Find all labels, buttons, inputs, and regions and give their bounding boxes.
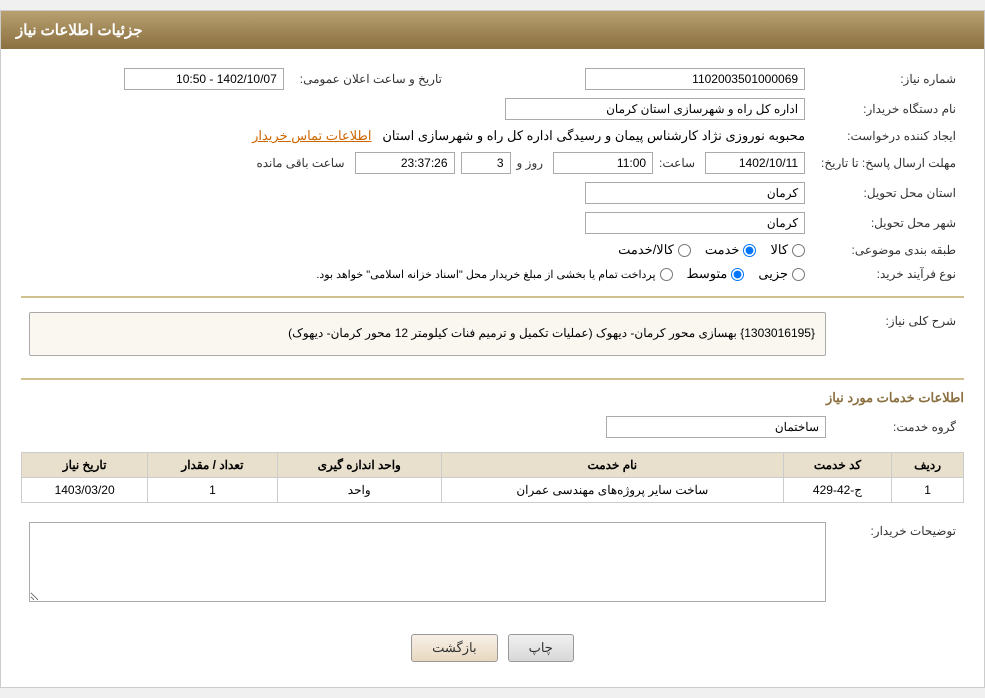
col-quantity: تعداد / مقدار — [148, 452, 277, 477]
services-data-table: ردیف کد خدمت نام خدمت واحد اندازه گیری ت… — [21, 452, 964, 503]
radio-jozi[interactable] — [792, 268, 805, 281]
back-button[interactable]: بازگشت — [411, 634, 497, 662]
creator-label: ایجاد کننده درخواست: — [813, 124, 964, 148]
table-row: 1 ج-42-429 ساخت سایر پروژه‌های مهندسی عم… — [22, 477, 964, 502]
radio-khedmat[interactable] — [743, 244, 756, 257]
row-category: طبقه بندی موضوعی: کالا خدمت — [21, 238, 964, 262]
purchase-option-pardakht[interactable]: پرداخت تمام یا بخشی از مبلغ خریدار محل "… — [316, 268, 672, 281]
radio-khedmat-label: خدمت — [705, 242, 740, 258]
city-value: کرمان — [585, 212, 805, 234]
col-unit: واحد اندازه گیری — [277, 452, 441, 477]
radio-jozi-label: جزیی — [758, 266, 788, 282]
content-area: شماره نیاز: 1102003501000069 تاریخ و ساع… — [1, 49, 984, 687]
cell-date: 1403/03/20 — [22, 477, 148, 502]
col-name: نام خدمت — [441, 452, 783, 477]
service-group-table: گروه خدمت: ساختمان — [21, 412, 964, 442]
buyer-notes-label: توضیحات خریدار: — [834, 518, 964, 609]
main-info-table: شماره نیاز: 1102003501000069 تاریخ و ساع… — [21, 64, 964, 286]
row-creator: ایجاد کننده درخواست: محبوبه نوروزی نژاد … — [21, 124, 964, 148]
services-table-head: ردیف کد خدمت نام خدمت واحد اندازه گیری ت… — [22, 452, 964, 477]
need-description-value: {1303016195} بهسازی محور کرمان- دیهوک (ع… — [29, 312, 826, 356]
services-table-body: 1 ج-42-429 ساخت سایر پروژه‌های مهندسی عم… — [22, 477, 964, 502]
send-time-value: 11:00 — [553, 152, 653, 174]
divider-1 — [21, 296, 964, 298]
page-header: جزئیات اطلاعات نیاز — [1, 11, 984, 49]
cell-row-num: 1 — [892, 477, 964, 502]
buttons-row: چاپ بازگشت — [21, 619, 964, 672]
cell-unit: واحد — [277, 477, 441, 502]
radio-pardakht-label: پرداخت تمام یا بخشی از مبلغ خریدار محل "… — [316, 268, 655, 281]
need-number-value: 1102003501000069 — [585, 68, 805, 90]
radio-kala-khedmat-label: کالا/خدمت — [618, 242, 674, 258]
send-days-label: روز و — [517, 156, 544, 170]
category-option-khedmat[interactable]: خدمت — [705, 242, 757, 258]
purchase-option-jozi[interactable]: جزیی — [758, 266, 805, 282]
purchase-type-label: نوع فرآیند خرید: — [813, 262, 964, 286]
page-wrapper: جزئیات اطلاعات نیاز شماره نیاز: 11020035… — [0, 10, 985, 688]
radio-motavaset[interactable] — [731, 268, 744, 281]
radio-motavaset-label: متوسط — [687, 266, 728, 282]
col-code: کد خدمت — [783, 452, 891, 477]
province-label: استان محل تحویل: — [813, 178, 964, 208]
send-days-value: 3 — [461, 152, 511, 174]
purchase-option-motavaset[interactable]: متوسط — [687, 266, 745, 282]
buyer-notes-textarea[interactable] — [29, 522, 826, 602]
province-value: کرمان — [585, 182, 805, 204]
creator-value: محبوبه نوروزی نژاد کارشناس پیمان و رسیدگ… — [382, 128, 805, 143]
row-purchase-type: نوع فرآیند خرید: جزیی متوسط — [21, 262, 964, 286]
divider-2 — [21, 378, 964, 380]
cell-name: ساخت سایر پروژه‌های مهندسی عمران — [441, 477, 783, 502]
category-option-kala-khedmat[interactable]: کالا/خدمت — [618, 242, 691, 258]
need-number-label: شماره نیاز: — [813, 64, 964, 94]
announce-date-value: 1402/10/07 - 10:50 — [124, 68, 284, 90]
announce-date-label: تاریخ و ساعت اعلان عمومی: — [292, 64, 450, 94]
col-date: تاریخ نیاز — [22, 452, 148, 477]
notes-table: توضیحات خریدار: — [21, 518, 964, 609]
radio-kala-khedmat[interactable] — [678, 244, 691, 257]
print-button[interactable]: چاپ — [508, 634, 574, 662]
service-group-value: ساختمان — [606, 416, 826, 438]
category-radio-group: کالا خدمت کالا/خدمت — [29, 242, 805, 258]
send-time-label: ساعت: — [659, 156, 695, 170]
col-row-num: ردیف — [892, 452, 964, 477]
row-province: استان محل تحویل: کرمان — [21, 178, 964, 208]
send-date-value: 1402/10/11 — [705, 152, 805, 174]
category-label: طبقه بندی موضوعی: — [813, 238, 964, 262]
radio-kala[interactable] — [792, 244, 805, 257]
row-need-number: شماره نیاز: 1102003501000069 تاریخ و ساع… — [21, 64, 964, 94]
send-remaining-value: 23:37:26 — [355, 152, 455, 174]
send-deadline-row: 1402/10/11 ساعت: 11:00 روز و 3 23:37:26 … — [29, 152, 805, 174]
row-city: شهر محل تحویل: کرمان — [21, 208, 964, 238]
cell-code: ج-42-429 — [783, 477, 891, 502]
radio-kala-label: کالا — [770, 242, 788, 258]
services-section-title: اطلاعات خدمات مورد نیاز — [21, 390, 964, 406]
row-buyer-notes: توضیحات خریدار: — [21, 518, 964, 609]
row-buyer-org: نام دستگاه خریدار: اداره کل راه و شهرساز… — [21, 94, 964, 124]
row-service-group: گروه خدمت: ساختمان — [21, 412, 964, 442]
send-deadline-label: مهلت ارسال پاسخ: تا تاریخ: — [813, 148, 964, 178]
need-description-label: شرح کلی نیاز: — [834, 308, 964, 368]
row-need-description: شرح کلی نیاز: {1303016195} بهسازی محور ک… — [21, 308, 964, 368]
services-header-row: ردیف کد خدمت نام خدمت واحد اندازه گیری ت… — [22, 452, 964, 477]
radio-pardakht[interactable] — [660, 268, 673, 281]
buyer-org-value: اداره کل راه و شهرسازی استان کرمان — [505, 98, 805, 120]
row-send-deadline: مهلت ارسال پاسخ: تا تاریخ: 1402/10/11 سا… — [21, 148, 964, 178]
city-label: شهر محل تحویل: — [813, 208, 964, 238]
purchase-radio-group: جزیی متوسط پرداخت تمام یا بخشی از مبلغ خ… — [29, 266, 805, 282]
cell-quantity: 1 — [148, 477, 277, 502]
service-group-label: گروه خدمت: — [834, 412, 964, 442]
creator-contact-link[interactable]: اطلاعات تماس خریدار — [252, 128, 371, 143]
send-remaining-label: ساعت باقی مانده — [256, 156, 344, 170]
buyer-org-label: نام دستگاه خریدار: — [813, 94, 964, 124]
description-table: شرح کلی نیاز: {1303016195} بهسازی محور ک… — [21, 308, 964, 368]
page-title: جزئیات اطلاعات نیاز — [16, 22, 143, 39]
category-option-kala[interactable]: کالا — [770, 242, 805, 258]
